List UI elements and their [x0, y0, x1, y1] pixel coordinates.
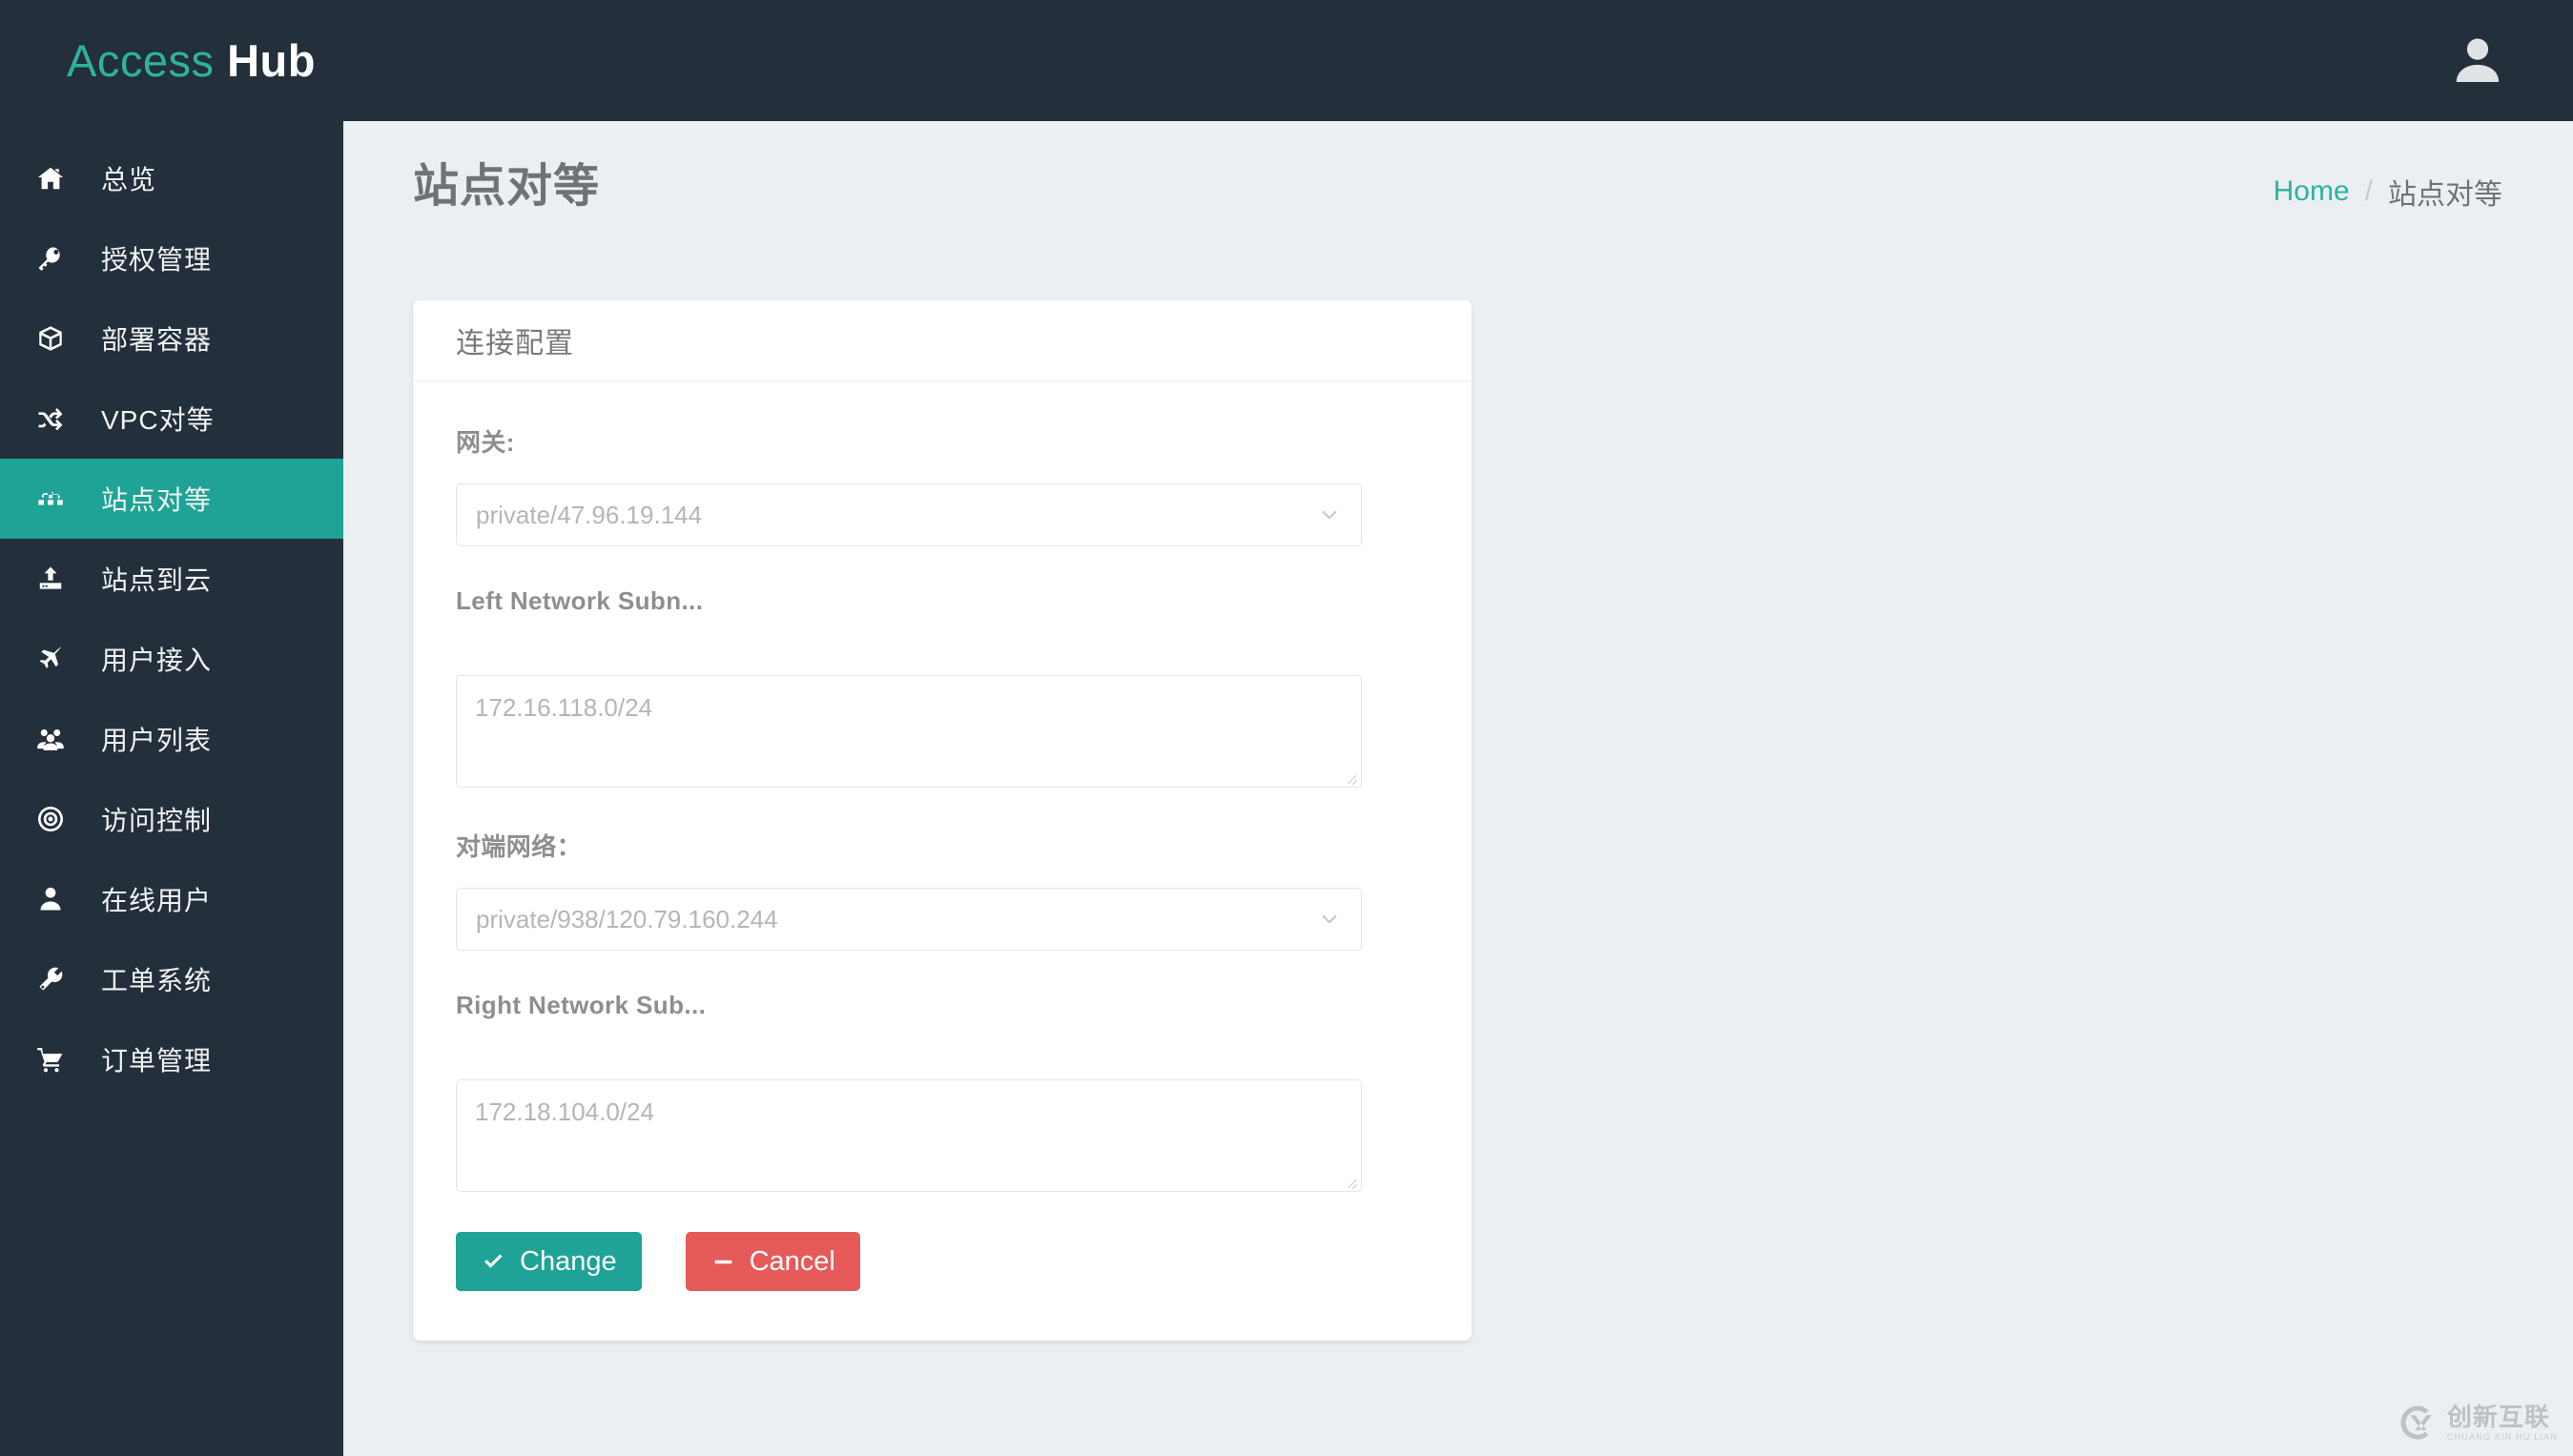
sidebar-item-label: 用户接入: [101, 646, 213, 675]
sidebar-item-label: 在线用户: [101, 886, 213, 915]
watermark-en-text: CHUANG XIN HU LIAN: [2446, 1431, 2558, 1442]
cx-logo-icon: [2400, 1405, 2432, 1440]
minus-icon: [714, 1260, 732, 1263]
peer-network-select-value: private/938/120.79.160.244: [476, 904, 778, 933]
right-subnet-placeholder: 172.18.104.0/24: [475, 1097, 654, 1126]
resize-handle-icon[interactable]: [1345, 770, 1358, 784]
watermark-cn-text: 创新互联: [2446, 1402, 2550, 1431]
top-header-bar: Access Hub: [0, 0, 2573, 121]
upload-icon: [21, 564, 80, 593]
right-subnet-label: Right Network Sub...: [456, 991, 707, 1019]
sidebar-item-label: 用户列表: [101, 726, 213, 755]
sidebar-item-label: 授权管理: [101, 245, 213, 275]
left-subnet-textarea[interactable]: 172.16.118.0/24: [456, 675, 1362, 788]
user-icon: [21, 885, 80, 913]
user-avatar-button[interactable]: [2441, 25, 2514, 97]
sidebar-item-user-list[interactable]: 用户列表: [0, 699, 343, 779]
app-logo[interactable]: Access Hub: [67, 34, 316, 87]
page-title: 站点对等: [413, 161, 601, 212]
sidebar-item-site-peering[interactable]: 站点对等: [0, 459, 343, 539]
sidebar-item-label: 部署容器: [101, 325, 213, 355]
bullseye-icon: [21, 805, 80, 833]
gateway-select[interactable]: private/47.96.19.144: [456, 483, 1362, 546]
sidebar-item-overview[interactable]: 总览: [0, 138, 343, 218]
peer-network-label: 对端网络：: [456, 832, 583, 861]
left-subnet-label: Left Network Subn...: [456, 586, 704, 615]
sidebar-item-containers[interactable]: 部署容器: [0, 298, 343, 379]
home-icon: [21, 164, 80, 193]
connection-config-card: 连接配置 网关: private/47.96.19.144 Left Netwo…: [413, 300, 1472, 1341]
breadcrumb-home-link[interactable]: Home: [2274, 175, 2350, 208]
brand-primary-text: Access: [67, 35, 215, 86]
cancel-button-label: Cancel: [749, 1245, 835, 1277]
gateway-select-value: private/47.96.19.144: [476, 500, 703, 529]
sidebar-item-site-to-cloud[interactable]: 站点到云: [0, 539, 343, 619]
right-subnet-textarea[interactable]: 172.18.104.0/24: [456, 1079, 1362, 1192]
brand-secondary-text: Hub: [227, 35, 316, 86]
card-header: 连接配置: [413, 300, 1472, 381]
peer-network-select[interactable]: private/938/120.79.160.244: [456, 888, 1362, 951]
breadcrumb-separator: /: [2364, 175, 2373, 207]
card-title: 连接配置: [456, 328, 574, 359]
gateway-label: 网关:: [456, 428, 515, 457]
main-content-area: 站点对等 Home / 站点对等 连接配置 网关: private/47.96.…: [343, 121, 2573, 1456]
chevron-down-icon: [1319, 504, 1340, 525]
sidebar-item-label: 站点到云: [101, 565, 213, 595]
user-avatar-icon: [2456, 37, 2500, 82]
sidebar-item-vpc-peering[interactable]: VPC对等: [0, 379, 343, 459]
key-icon: [21, 244, 80, 273]
sidebar-navigation: 总览 授权管理 部署容器 VPC对等 站点对等 站点到云 用户接入 用户列表 访…: [0, 121, 343, 1456]
change-button-label: Change: [520, 1245, 617, 1277]
sidebar-item-online-users[interactable]: 在线用户: [0, 859, 343, 939]
card-body: 网关: private/47.96.19.144 Left Network Su…: [413, 381, 1472, 1341]
left-subnet-placeholder: 172.16.118.0/24: [475, 693, 653, 722]
form-actions: Change Cancel: [456, 1232, 1429, 1291]
wrench-icon: [21, 965, 80, 994]
sidebar-item-label: 订单管理: [101, 1046, 213, 1076]
breadcrumb: Home / 站点对等: [2274, 171, 2502, 213]
sidebar-item-access-control[interactable]: 访问控制: [0, 779, 343, 859]
sidebar-item-label: 总览: [101, 165, 157, 195]
sidebar-item-label: VPC对等: [101, 405, 215, 435]
cancel-button[interactable]: Cancel: [685, 1232, 860, 1291]
sidebar-item-label: 站点对等: [101, 485, 213, 515]
sidebar-item-label: 工单系统: [101, 966, 213, 995]
sidebar-item-authorization[interactable]: 授权管理: [0, 218, 343, 298]
change-button[interactable]: Change: [456, 1232, 642, 1291]
sidebar-item-label: 访问控制: [101, 806, 213, 835]
shuffle-icon: [21, 404, 80, 433]
page-header: 站点对等 Home / 站点对等: [343, 121, 2573, 245]
watermark: 创新互联 CHUANG XIN HU LIAN: [2398, 1403, 2558, 1443]
cube-icon: [21, 324, 80, 353]
sidebar-item-user-access[interactable]: 用户接入: [0, 619, 343, 699]
sitemap-icon: [21, 484, 80, 513]
breadcrumb-current: 站点对等: [2388, 179, 2502, 211]
resize-handle-icon[interactable]: [1345, 1175, 1358, 1188]
sidebar-item-order-management[interactable]: 订单管理: [0, 1019, 343, 1099]
check-icon: [484, 1254, 503, 1268]
sidebar-item-ticket-system[interactable]: 工单系统: [0, 939, 343, 1019]
users-icon: [21, 725, 80, 753]
cart-icon: [21, 1045, 80, 1074]
watermark-text: 创新互联 CHUANG XIN HU LIAN: [2447, 1405, 2558, 1442]
plane-icon: [21, 645, 80, 673]
chevron-down-icon: [1319, 909, 1340, 930]
